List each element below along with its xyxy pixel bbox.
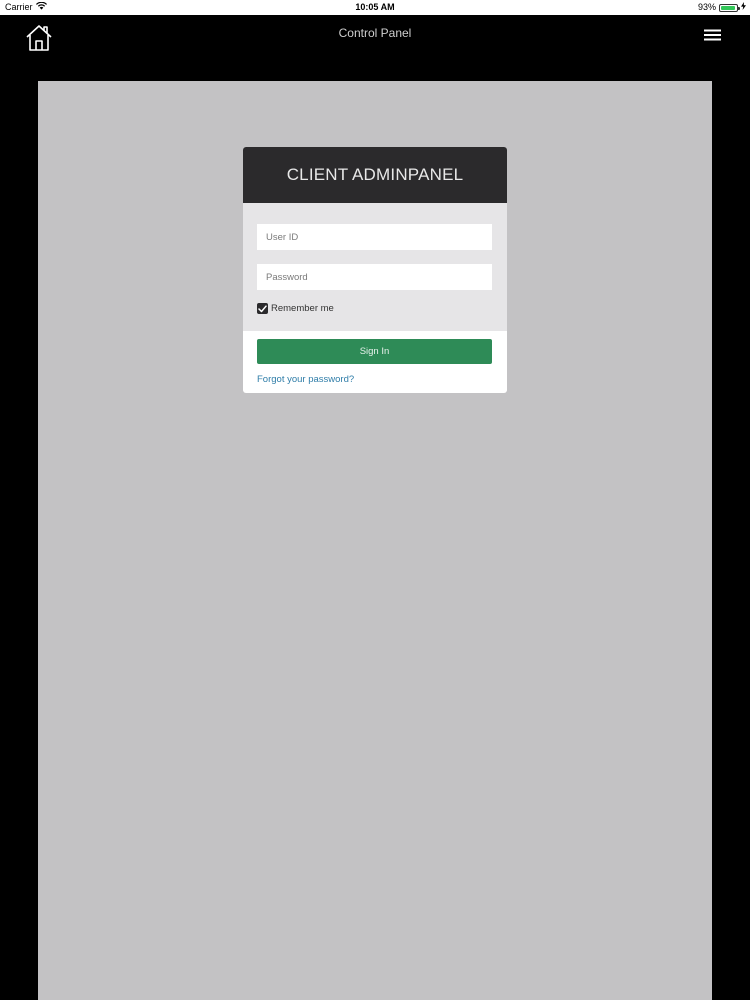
remember-me-label: Remember me (271, 303, 334, 314)
battery-percent: 93% (697, 2, 716, 12)
login-header-title: CLIENT ADMINPANEL (243, 147, 507, 203)
nav-title: Control Panel (338, 26, 412, 40)
remember-me-row[interactable]: Remember me (257, 303, 493, 314)
battery-icon (719, 3, 740, 12)
remember-me-checkbox[interactable] (257, 303, 268, 314)
hamburger-menu-icon[interactable] (704, 28, 721, 41)
status-right: 93% (698, 0, 746, 15)
sign-in-button[interactable]: Sign In (257, 339, 492, 364)
login-actions: Sign In Forgot your password? (243, 331, 507, 385)
password-input[interactable] (257, 264, 492, 290)
login-card: CLIENT ADMINPANEL Remember me Sign In Fo… (243, 147, 507, 393)
charging-bolt-icon (741, 0, 746, 15)
forgot-password-link[interactable]: Forgot your password? (257, 374, 493, 385)
checkmark-icon (258, 304, 267, 312)
navigation-bar: Control Panel (0, 15, 750, 80)
login-form: Remember me (243, 203, 507, 331)
status-bar: Carrier 10:05 AM 93% (0, 0, 750, 15)
status-time: 10:05 AM (355, 2, 395, 12)
battery-level (721, 5, 735, 10)
user-id-input[interactable] (257, 224, 492, 250)
